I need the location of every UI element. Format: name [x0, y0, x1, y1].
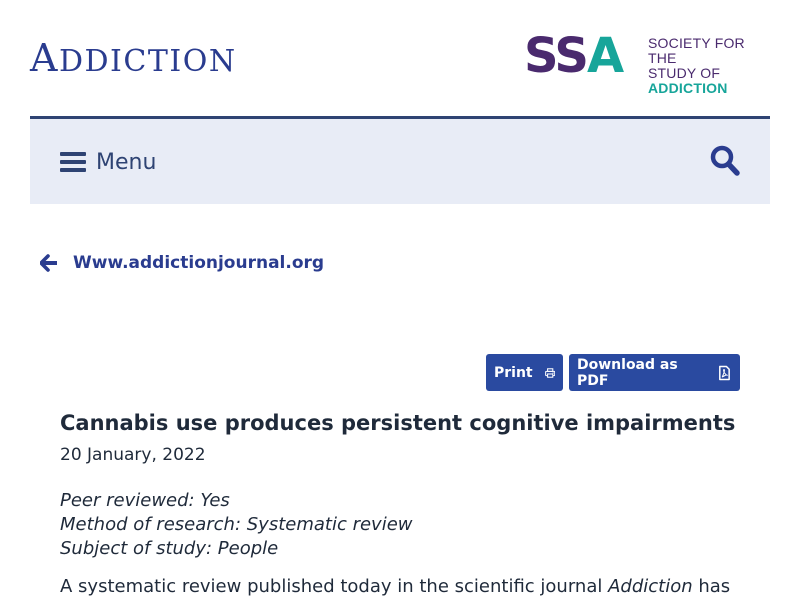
hamburger-icon	[60, 152, 86, 172]
search-button[interactable]	[710, 145, 740, 177]
peer-reviewed-line: Peer reviewed: Yes	[60, 490, 230, 511]
back-link[interactable]: Www.addictionjournal.org	[40, 250, 324, 276]
ssa-logo-text: SOCIETY FOR THE STUDY OF ADDICTION	[648, 35, 745, 96]
print-button-label: Print	[494, 364, 533, 381]
ssa-logo-mark: SSA	[524, 28, 624, 84]
menu-button[interactable]: Menu	[60, 145, 156, 179]
back-link-label: Www.addictionjournal.org	[73, 253, 325, 273]
article-date: 20 January, 2022	[60, 445, 206, 465]
printer-icon	[544, 367, 555, 378]
ssa-logo[interactable]: SSA SOCIETY FOR THE STUDY OF ADDICTION	[524, 30, 770, 96]
subject-line: Subject of study: People	[60, 538, 279, 559]
menu-label: Menu	[96, 149, 157, 175]
pdf-file-icon	[719, 365, 730, 380]
intro-journal-name: Addiction	[608, 576, 693, 597]
download-pdf-label: Download as PDF	[577, 356, 678, 389]
download-pdf-button[interactable]: Download as PDF	[569, 354, 740, 391]
article-intro: A systematic review published today in t…	[60, 575, 740, 599]
method-line: Method of research: Systematic review	[60, 514, 413, 535]
article-meta: Peer reviewed: Yes Method of research: S…	[60, 489, 740, 561]
nav-bar: Menu	[30, 119, 770, 204]
addiction-journal-logo[interactable]: ADDICTION	[30, 36, 237, 80]
intro-text-after: has	[692, 576, 731, 597]
site-header: ADDICTION SSA SOCIETY FOR THE STUDY OF A…	[30, 0, 770, 118]
print-button[interactable]: Print	[486, 354, 563, 391]
search-icon	[710, 145, 740, 176]
intro-text-before: A systematic review published today in t…	[60, 576, 609, 597]
article: Cannabis use produces persistent cogniti…	[60, 408, 740, 599]
article-title: Cannabis use produces persistent cogniti…	[60, 411, 736, 435]
article-actions: Print Download as PDF	[486, 354, 740, 391]
arrow-left-icon	[40, 254, 57, 272]
